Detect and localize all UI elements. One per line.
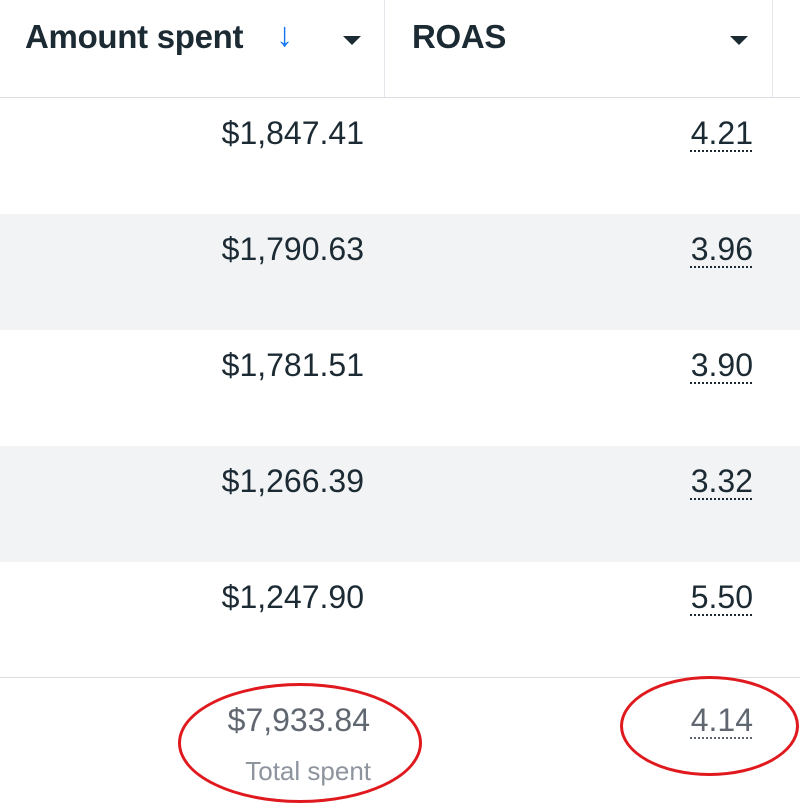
total-roas-cell: 4.14 [385, 678, 773, 800]
amount-cell: $1,781.51 [0, 330, 385, 446]
roas-value[interactable]: 4.21 [691, 115, 753, 152]
amount-cell: $1,266.39 [0, 446, 385, 562]
column-header-label: Amount spent [25, 18, 244, 55]
table-row: $1,847.41 4.21 [0, 98, 800, 214]
column-header-roas[interactable]: ROAS [385, 0, 773, 97]
amount-cell: $1,247.90 [0, 562, 385, 678]
amount-spent-value: $1,247.90 [221, 579, 364, 615]
column-header-label: ROAS [412, 18, 507, 55]
results-table: Amount spent ↓ ROAS $1,847.41 4.21 $1,79… [0, 0, 800, 803]
roas-value[interactable]: 3.32 [691, 463, 753, 500]
totals-row: $7,933.84 Total spent 4.14 [0, 677, 800, 800]
amount-spent-value: $1,790.63 [221, 231, 364, 267]
amount-cell: $1,847.41 [0, 98, 385, 214]
total-amount-cell: $7,933.84 Total spent [0, 678, 385, 800]
caret-down-icon[interactable] [730, 36, 748, 45]
table-row: $1,790.63 3.96 [0, 214, 800, 330]
roas-cell: 4.21 [385, 98, 773, 214]
roas-value[interactable]: 3.90 [691, 347, 753, 384]
amount-spent-value: $1,266.39 [221, 463, 364, 499]
roas-value[interactable]: 3.96 [691, 231, 753, 268]
total-roas-value[interactable]: 4.14 [691, 702, 753, 739]
roas-value[interactable]: 5.50 [691, 579, 753, 616]
table-header: Amount spent ↓ ROAS [0, 0, 800, 98]
table-row: $1,266.39 3.32 [0, 446, 800, 562]
table-row: $1,247.90 5.50 [0, 562, 800, 678]
sort-descending-icon[interactable]: ↓ [276, 16, 293, 55]
amount-spent-value: $1,781.51 [221, 347, 364, 383]
roas-cell: 3.90 [385, 330, 773, 446]
roas-cell: 3.96 [385, 214, 773, 330]
caret-down-icon[interactable] [343, 36, 361, 45]
table-row: $1,781.51 3.90 [0, 330, 800, 446]
total-spent-label: Total spent [245, 756, 371, 786]
total-spent-value: $7,933.84 [227, 702, 370, 738]
column-header-amount-spent[interactable]: Amount spent ↓ [0, 0, 385, 97]
roas-cell: 3.32 [385, 446, 773, 562]
amount-spent-value: $1,847.41 [221, 115, 364, 151]
amount-cell: $1,790.63 [0, 214, 385, 330]
roas-cell: 5.50 [385, 562, 773, 678]
